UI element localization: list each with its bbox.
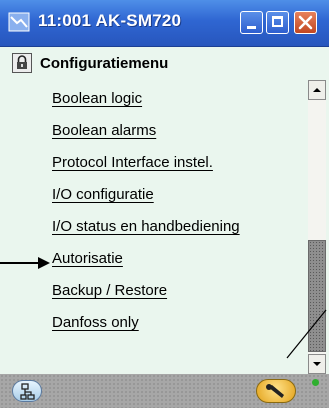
title-bar[interactable]: 11:001 AK-SM720 [0,0,329,47]
status-bar [0,374,329,408]
service-button[interactable] [256,379,296,403]
menu-item-io-status[interactable]: I/O status en handbediening [52,218,240,235]
window-title: 11:001 AK-SM720 [38,11,182,30]
menu-item-autorisatie[interactable]: Autorisatie [52,250,123,267]
page-title: Configuratiemenu [40,55,169,72]
minimize-button[interactable] [240,11,263,34]
menu-item-io-configuratie[interactable]: I/O configuratie [52,186,154,203]
lock-icon[interactable] [12,53,32,73]
close-button[interactable] [294,11,317,34]
menu-list: Boolean logic Boolean alarms Protocol In… [0,80,306,370]
maximize-button[interactable] [266,11,289,34]
network-button[interactable] [12,380,42,402]
menu-item-boolean-alarms[interactable]: Boolean alarms [52,122,156,139]
device-connection-icon [8,12,30,32]
maximize-icon [272,16,283,27]
minimize-icon [247,26,256,29]
scroll-up-button[interactable] [308,80,326,100]
status-indicator [312,379,319,386]
scroll-thumb[interactable] [308,240,326,352]
vertical-scrollbar[interactable] [308,80,326,374]
menu-item-protocol-interface[interactable]: Protocol Interface instel. [52,154,213,171]
app-window: 11:001 AK-SM720 Configuratiemenu Boolean… [0,0,329,408]
scroll-down-button[interactable] [308,354,326,374]
menu-item-backup-restore[interactable]: Backup / Restore [52,282,167,299]
menu-header: Configuratiemenu [0,47,329,79]
menu-item-boolean-logic[interactable]: Boolean logic [52,90,142,107]
menu-item-danfoss-only[interactable]: Danfoss only [52,314,139,331]
